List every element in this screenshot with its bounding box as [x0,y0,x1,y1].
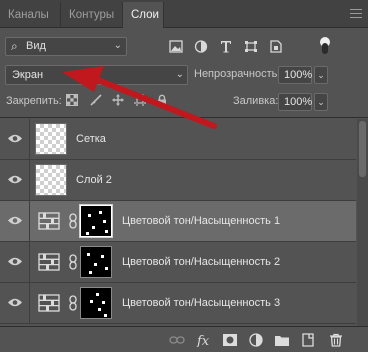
filter-kind-select[interactable]: ⌕ Вид ⌄ [5,37,127,56]
layer-thumbnail[interactable] [35,164,67,196]
layers-scrollbar[interactable] [357,119,368,326]
new-group-folder-icon[interactable] [274,333,290,347]
layer-mask-thumbnail[interactable] [80,246,112,278]
fill-label: Заливка: [233,95,279,107]
layer-name[interactable]: Цветовой тон/Насыщенность 2 [122,256,280,268]
layer-row[interactable]: Сетка [0,119,356,160]
link-chain-icon[interactable] [68,295,78,311]
hue-saturation-adjustment-icon[interactable] [38,294,60,312]
fx-layer-style-icon[interactable]: fx [196,333,212,347]
lock-transparent-pixels-icon[interactable] [66,94,78,106]
visibility-eye-icon[interactable] [7,174,23,185]
svg-text:fx: fx [196,334,210,347]
link-layers-icon[interactable] [169,333,185,347]
layer-row-selected[interactable]: Цветовой тон/Насыщенность 1 [0,201,356,242]
scrollbar-thumb[interactable] [359,121,366,177]
opacity-dropdown[interactable]: ⌄ [314,66,328,84]
layer-thumbnail[interactable] [35,123,67,155]
filter-toggle[interactable] [320,37,330,55]
layer-mask-thumbnail[interactable] [80,287,112,319]
adjustment-filter-icon[interactable] [194,40,208,53]
chevron-down-icon: ⌄ [113,40,122,51]
layer-name[interactable]: Цветовой тон/Насыщенность 3 [122,297,280,309]
link-chain-icon[interactable] [68,254,78,270]
opacity-label: Непрозрачность: [194,68,281,80]
blend-mode-value: Экран [12,69,44,81]
layers-list: Сетка Слой 2 Цветовой тон/Насыщенность 1… [0,119,368,326]
layer-name[interactable]: Слой 2 [76,174,112,186]
chevron-down-icon: ⌄ [175,69,184,80]
lock-image-pixels-icon[interactable] [90,94,102,106]
panel-tabs: Каналы Контуры Слои [0,0,368,28]
layer-name[interactable]: Цветовой тон/Насыщенность 1 [122,215,280,227]
image-filter-icon[interactable] [169,40,183,53]
layer-row[interactable]: Слой 2 [0,160,356,201]
lock-label: Закрепить: [6,95,62,107]
visibility-eye-icon[interactable] [7,297,23,308]
smart-object-filter-icon[interactable] [269,40,283,53]
opacity-input[interactable]: 100% [278,66,312,84]
search-icon: ⌕ [11,39,18,53]
tab-channels[interactable]: Каналы [0,2,60,28]
visibility-eye-icon[interactable] [7,256,23,267]
shape-filter-icon[interactable] [244,40,258,53]
visibility-eye-icon[interactable] [7,133,23,144]
lock-row: Закрепить: Заливка: 100% ⌄ [0,88,368,118]
lock-position-icon[interactable] [112,94,124,106]
fill-input[interactable]: 100% [278,93,312,111]
layer-name[interactable]: Сетка [76,133,106,145]
lock-all-icon[interactable] [156,94,168,106]
tab-layers[interactable]: Слои [122,2,164,28]
lock-artboard-icon[interactable] [134,94,146,106]
new-layer-icon[interactable] [300,333,316,347]
layer-row[interactable]: Цветовой тон/Насыщенность 2 [0,242,356,283]
panel-menu-icon[interactable] [350,9,362,18]
layer-row[interactable]: Цветовой тон/Насыщенность 3 [0,283,356,324]
visibility-eye-icon[interactable] [7,215,23,226]
fill-dropdown[interactable]: ⌄ [314,93,328,111]
link-chain-icon[interactable] [68,213,78,229]
tab-paths[interactable]: Контуры [60,2,123,28]
filter-kind-label: Вид [26,40,46,52]
hue-saturation-adjustment-icon[interactable] [38,212,60,230]
add-mask-icon[interactable] [222,333,238,347]
blend-row: Экран ⌄ Непрозрачность: 100% ⌄ [0,62,368,88]
new-adjustment-layer-icon[interactable] [248,333,264,347]
layers-bottom-toolbar: fx [0,326,368,352]
filter-row: ⌕ Вид ⌄ [0,28,368,62]
blend-mode-select[interactable]: Экран ⌄ [5,65,188,85]
type-filter-icon[interactable] [219,40,233,53]
hue-saturation-adjustment-icon[interactable] [38,253,60,271]
delete-layer-trash-icon[interactable] [328,333,344,347]
layer-mask-thumbnail[interactable] [79,204,113,238]
